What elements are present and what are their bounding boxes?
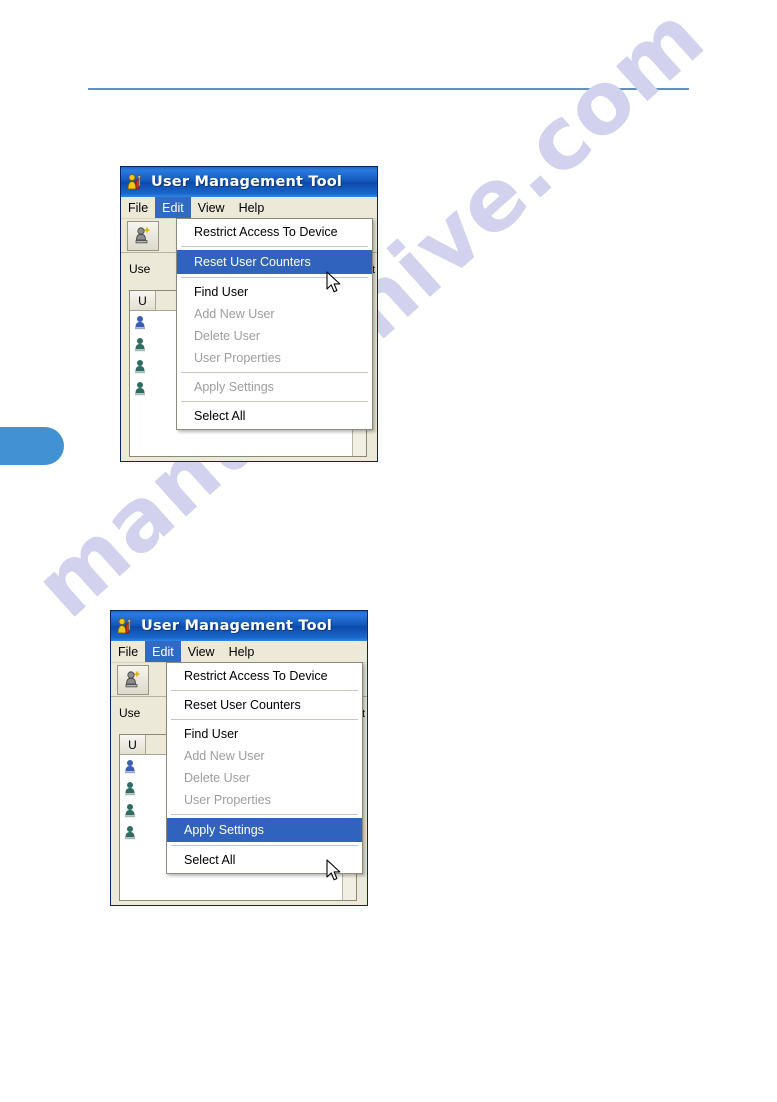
user-tool-icon (126, 173, 145, 192)
list-panel-label: Use (129, 262, 151, 276)
menu-edit[interactable]: Edit (155, 197, 191, 218)
menu-separator (171, 690, 358, 691)
menu-item-delete-user: Delete User (194, 329, 260, 343)
menu-item-add-new-user: Add New User (184, 749, 265, 763)
menu-view[interactable]: View (181, 641, 222, 662)
menu-help[interactable]: Help (232, 197, 272, 218)
title-bar: User Management Tool (111, 611, 367, 641)
edit-menu-dropdown: Restrict Access To Device Reset User Cou… (166, 662, 363, 874)
title-bar: User Management Tool (121, 167, 377, 197)
menu-view[interactable]: View (191, 197, 232, 218)
user-icon-green (123, 780, 138, 796)
user-management-tool-window-2: User Management Tool File Edit View Help… (110, 610, 368, 906)
user-icon-green (133, 336, 148, 352)
user-icon-blue (133, 314, 148, 330)
window-title: User Management Tool (141, 618, 333, 634)
menu-item-apply-settings: Apply Settings (194, 380, 274, 394)
menu-separator (171, 845, 358, 846)
user-management-tool-window-1: User Management Tool File Edit View Help… (120, 166, 378, 462)
side-chapter-tab (0, 427, 64, 465)
menu-item-find-user[interactable]: Find User (177, 281, 372, 303)
menu-item-restrict-access-to-device[interactable]: Restrict Access To Device (177, 221, 372, 243)
user-icon-green (133, 380, 148, 396)
menu-item-delete-user: Delete User (184, 771, 250, 785)
edit-menu-dropdown: Restrict Access To Device Reset User Cou… (176, 218, 373, 430)
menu-item-user-properties: User Properties (184, 793, 271, 807)
menu-separator (181, 277, 368, 278)
menu-file[interactable]: File (121, 197, 155, 218)
add-user-icon (125, 670, 141, 690)
menu-item-user-properties: User Properties (194, 351, 281, 365)
add-user-button[interactable] (127, 221, 159, 251)
user-icon-green (123, 824, 138, 840)
menu-separator (171, 814, 358, 815)
menu-item-reset-user-counters[interactable]: Reset User Counters (167, 694, 362, 716)
menu-separator (171, 719, 358, 720)
window-title: User Management Tool (151, 174, 343, 190)
column-header-u[interactable]: U (120, 735, 146, 754)
menu-item-select-all[interactable]: Select All (167, 849, 362, 871)
menu-item-restrict-access-to-device[interactable]: Restrict Access To Device (167, 665, 362, 687)
menu-bar: File Edit View Help (111, 641, 367, 663)
menu-item-apply-settings[interactable]: Apply Settings (167, 818, 362, 842)
column-header-u[interactable]: U (130, 291, 156, 310)
user-icon-green (123, 802, 138, 818)
menu-separator (181, 246, 368, 247)
menu-bar: File Edit View Help (121, 197, 377, 219)
list-panel-label: Use (119, 706, 141, 720)
add-user-button[interactable] (117, 665, 149, 695)
menu-separator (181, 372, 368, 373)
menu-item-reset-user-counters[interactable]: Reset User Counters (177, 250, 372, 274)
page-header-rule (88, 88, 689, 90)
menu-item-select-all[interactable]: Select All (177, 405, 372, 427)
add-user-icon (135, 226, 151, 246)
user-icon-green (133, 358, 148, 374)
user-icon-blue (123, 758, 138, 774)
user-tool-icon (116, 617, 135, 636)
menu-item-add-new-user: Add New User (194, 307, 275, 321)
menu-help[interactable]: Help (222, 641, 262, 662)
menu-item-find-user[interactable]: Find User (167, 723, 362, 745)
menu-separator (181, 401, 368, 402)
menu-file[interactable]: File (111, 641, 145, 662)
menu-edit[interactable]: Edit (145, 641, 181, 662)
